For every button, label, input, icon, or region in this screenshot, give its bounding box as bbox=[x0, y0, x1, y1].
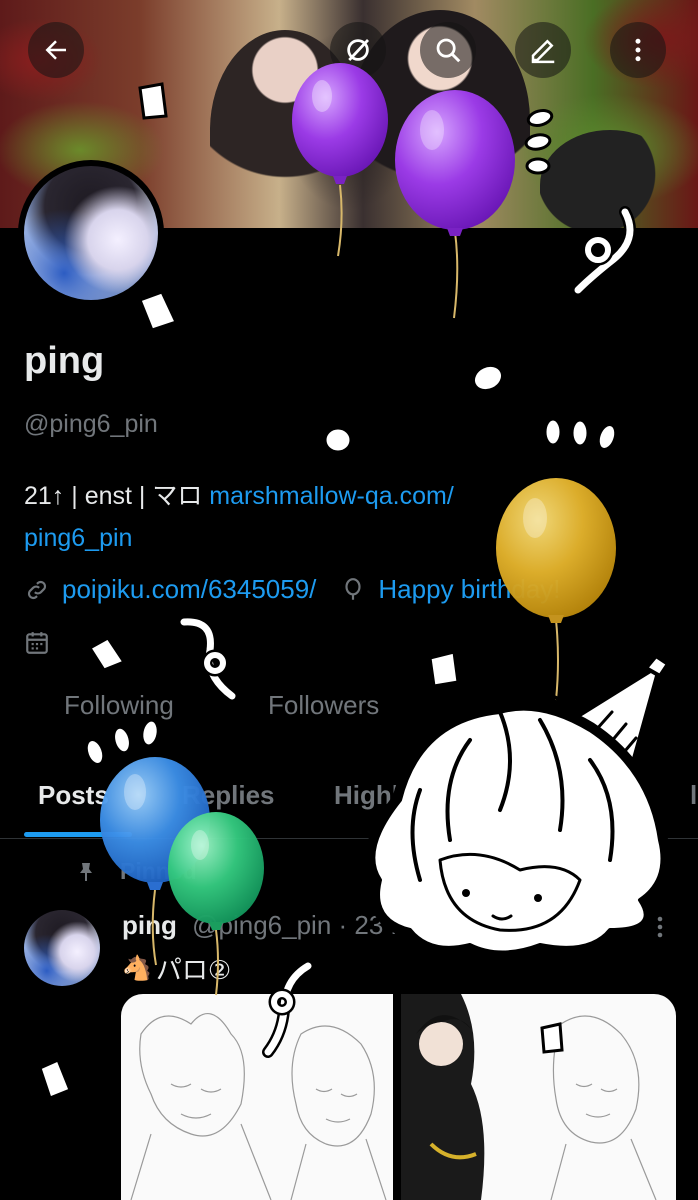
search-icon bbox=[436, 38, 461, 63]
grok-icon bbox=[347, 39, 370, 61]
profile-name: ping bbox=[24, 340, 105, 382]
birthday-text: Happy birthday! bbox=[378, 574, 561, 604]
back-button[interactable] bbox=[28, 22, 84, 78]
avatar-image bbox=[24, 166, 158, 300]
pinned-indicator: Pinned bbox=[74, 858, 197, 885]
pinned-label: Pinned bbox=[120, 858, 197, 884]
post-text-body: パロ② bbox=[155, 955, 232, 985]
post-author-name[interactable]: ping bbox=[122, 910, 177, 940]
bio-text: 21↑ | enst | マロ bbox=[24, 482, 210, 510]
followers-link[interactable]: Followers bbox=[268, 690, 379, 721]
profile-meta-row: poipiku.com/6345059/ Happy birthday! bbox=[24, 574, 561, 605]
post-media-left[interactable] bbox=[121, 994, 393, 1200]
grok-button[interactable] bbox=[330, 22, 386, 78]
bio-link-part1: marshmallow-qa.com/ bbox=[209, 482, 454, 510]
post-text: 🐴 パロ② bbox=[122, 950, 231, 987]
balloon-icon bbox=[345, 577, 361, 600]
following-link[interactable]: Following bbox=[64, 690, 174, 721]
post-more-icon[interactable] bbox=[650, 914, 670, 940]
tab-replies[interactable]: Replies bbox=[182, 780, 275, 811]
edit-icon bbox=[531, 39, 555, 64]
post-author-meta: @ping6_pin · 23 Mi bbox=[192, 910, 418, 940]
more-button[interactable] bbox=[610, 22, 666, 78]
tab-posts[interactable]: Posts bbox=[38, 780, 109, 811]
active-tab-indicator bbox=[24, 832, 132, 837]
pin-icon bbox=[80, 862, 92, 881]
sketch-image-left bbox=[130, 1013, 387, 1200]
arrow-left-icon bbox=[45, 40, 66, 60]
tab-highlights[interactable]: Highl bbox=[334, 780, 399, 811]
sketch-image-right bbox=[401, 994, 657, 1200]
more-vertical-icon bbox=[635, 38, 641, 62]
calendar-icon bbox=[26, 632, 48, 654]
profile-handle: @ping6_pin bbox=[24, 410, 158, 438]
website-link[interactable]: poipiku.com/6345059/ bbox=[62, 574, 316, 605]
profile-bio: 21↑ | enst | マロ marshmallow-qa.com/ping6… bbox=[24, 475, 664, 559]
horse-emoji-icon: 🐴 bbox=[122, 955, 152, 982]
search-button[interactable] bbox=[420, 22, 476, 78]
edit-button[interactable] bbox=[515, 22, 571, 78]
post-header: ping @ping6_pin · 23 Mi bbox=[122, 910, 418, 941]
banner-character-far-right bbox=[540, 130, 680, 228]
tab-next[interactable]: l bbox=[690, 780, 697, 811]
profile-avatar[interactable] bbox=[18, 160, 164, 306]
post-author-avatar[interactable] bbox=[24, 910, 100, 986]
profile-tabs: Posts Replies Highl l bbox=[0, 770, 698, 839]
bio-link-part2: ping6_pin bbox=[24, 524, 133, 552]
post-media-right[interactable] bbox=[401, 994, 676, 1200]
link-icon bbox=[27, 580, 47, 599]
